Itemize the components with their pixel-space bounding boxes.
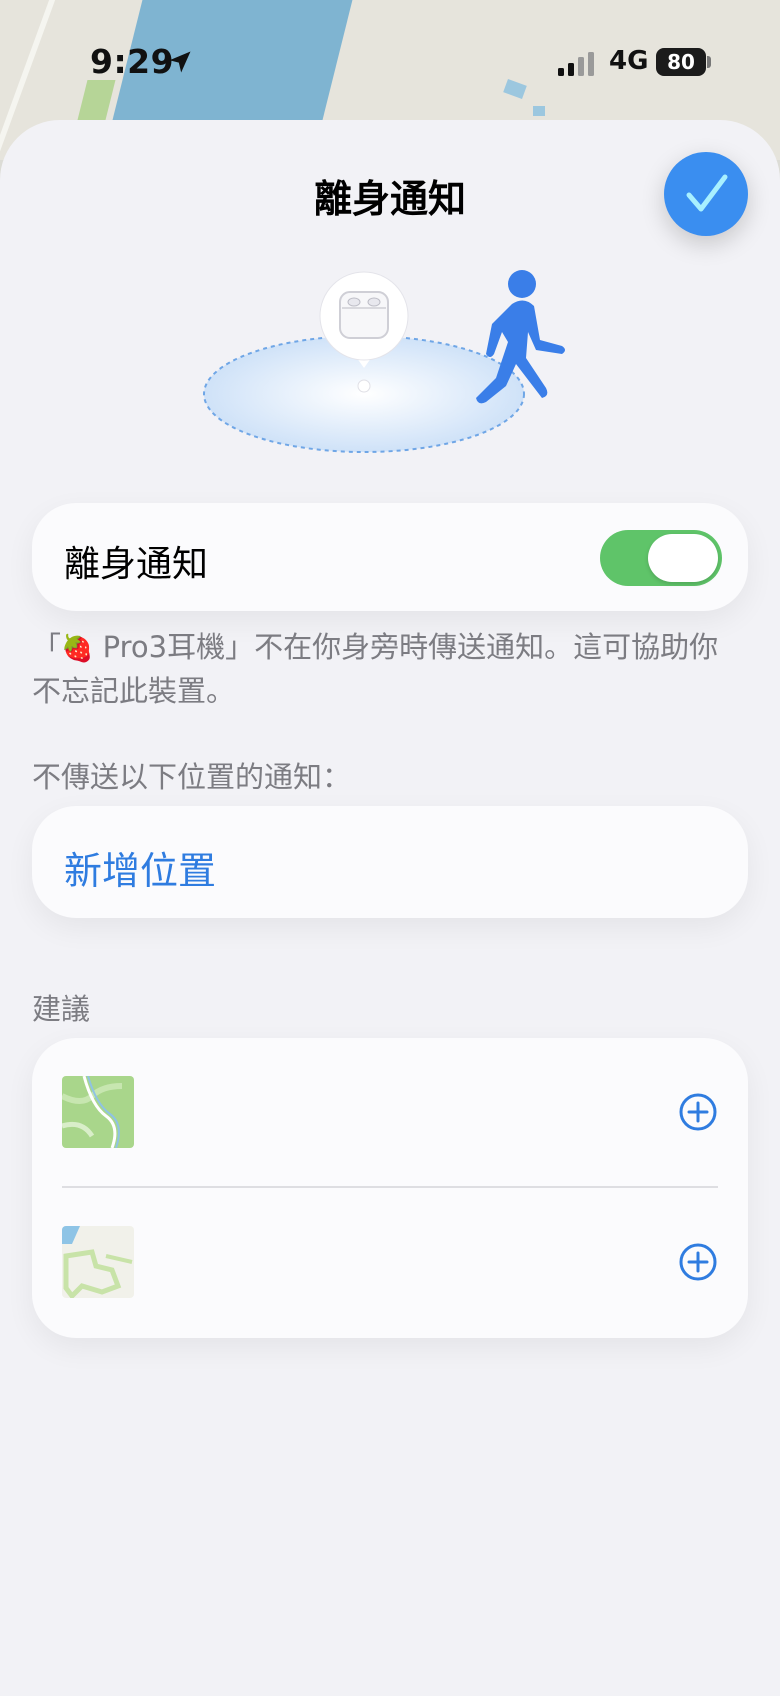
suggestion-item[interactable] bbox=[32, 1188, 748, 1338]
add-location-row[interactable]: 新增位置 bbox=[32, 806, 748, 918]
checkmark-icon bbox=[686, 174, 728, 212]
battery-level: 80 bbox=[667, 50, 695, 74]
add-location-button[interactable]: 新增位置 bbox=[64, 840, 216, 895]
map-thumbnail bbox=[62, 1076, 134, 1148]
status-bar: 9:29 4G 80 bbox=[0, 0, 780, 120]
battery-tip bbox=[707, 56, 711, 68]
left-behind-illustration bbox=[203, 270, 565, 453]
suggestions-list bbox=[32, 1038, 748, 1338]
suggestion-item[interactable] bbox=[32, 1038, 748, 1188]
plus-circle-icon[interactable] bbox=[678, 1092, 718, 1132]
switch-knob bbox=[648, 534, 718, 582]
status-time: 9:29 bbox=[90, 42, 175, 81]
left-behind-toggle-row: 離身通知 bbox=[32, 503, 748, 611]
toggle-description: 「🍓 Pro3耳機」不在你身旁時傳送通知。這可協助你不忘記此裝置。 bbox=[32, 626, 732, 712]
device-location-dot bbox=[357, 379, 371, 393]
battery-icon: 80 bbox=[656, 48, 706, 76]
suggestions-header: 建議 bbox=[32, 992, 91, 1026]
plus-circle-icon[interactable] bbox=[678, 1242, 718, 1282]
exclusions-header: 不傳送以下位置的通知： bbox=[32, 760, 352, 794]
location-arrow-icon bbox=[169, 51, 191, 73]
map-thumbnail bbox=[62, 1226, 134, 1298]
left-behind-switch[interactable] bbox=[600, 530, 722, 586]
description-prefix: 「 bbox=[32, 630, 62, 664]
done-button[interactable] bbox=[664, 152, 748, 236]
network-type: 4G bbox=[609, 46, 649, 76]
description-text: Pro3耳機」不在你身旁時傳送通知。這可協助你不忘記此裝置。 bbox=[32, 630, 719, 708]
device-emoji: 🍓 bbox=[61, 634, 94, 664]
cellular-signal-icon bbox=[558, 52, 594, 76]
sheet-title: 離身通知 bbox=[313, 177, 466, 221]
toggle-label: 離身通知 bbox=[64, 544, 209, 585]
